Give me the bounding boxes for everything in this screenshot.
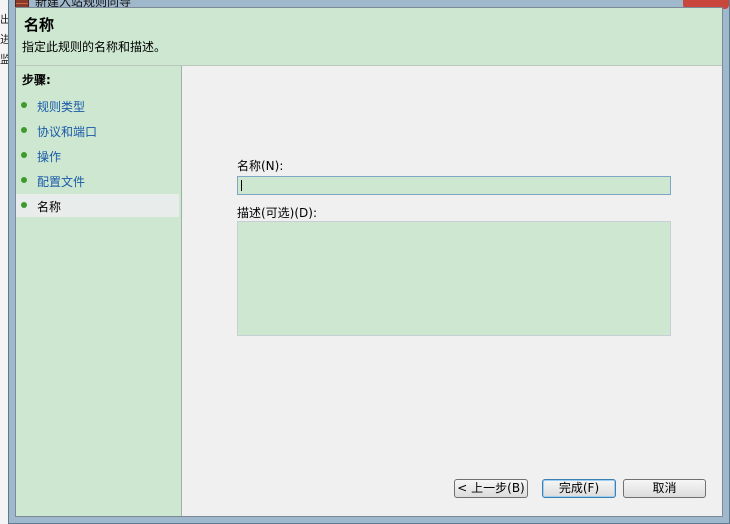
step-bullet-icon [21, 102, 27, 108]
step-label: 名称 [37, 200, 62, 214]
step-protocol-ports[interactable]: 协议和端口 [16, 119, 179, 142]
step-bullet-icon [21, 152, 27, 158]
back-button[interactable]: < 上一步(B) [454, 479, 528, 498]
step-name[interactable]: 名称 [16, 194, 179, 217]
step-label: 规则类型 [37, 100, 86, 114]
step-label: 协议和端口 [37, 125, 98, 139]
text-caret [241, 180, 242, 191]
finish-button[interactable]: 完成(F) [542, 479, 616, 498]
content-pane: 名称(N): 描述(可选)(D): < 上一步(B) 完成(F) 取消 [182, 66, 722, 516]
step-action[interactable]: 操作 [16, 144, 179, 167]
wizard-window: 新建入站规则向导 名称 指定此规则的名称和描述。 步骤: 规则类型 协议和端口 … [8, 0, 730, 524]
description-input[interactable] [237, 221, 671, 336]
description-label: 描述(可选)(D): [237, 206, 318, 220]
step-profile[interactable]: 配置文件 [16, 169, 179, 192]
steps-heading: 步骤: [22, 73, 51, 87]
steps-panel: 步骤: 规则类型 协议和端口 操作 配置文件 名称 [16, 66, 182, 516]
step-bullet-icon [21, 127, 27, 133]
name-input[interactable] [237, 176, 671, 195]
step-bullet-icon [21, 177, 27, 183]
page-title: 名称 [24, 16, 55, 34]
step-bullet-icon [21, 202, 27, 208]
page-description: 指定此规则的名称和描述。 [22, 40, 167, 54]
wizard-header: 名称 指定此规则的名称和描述。 [16, 8, 722, 66]
step-label: 配置文件 [37, 175, 86, 189]
wizard-client-area: 名称 指定此规则的名称和描述。 步骤: 规则类型 协议和端口 操作 配置文件 名… [15, 7, 723, 517]
step-label: 操作 [37, 150, 62, 164]
name-label: 名称(N): [237, 159, 284, 173]
cancel-button[interactable]: 取消 [623, 479, 706, 498]
step-rule-type[interactable]: 规则类型 [16, 94, 179, 117]
